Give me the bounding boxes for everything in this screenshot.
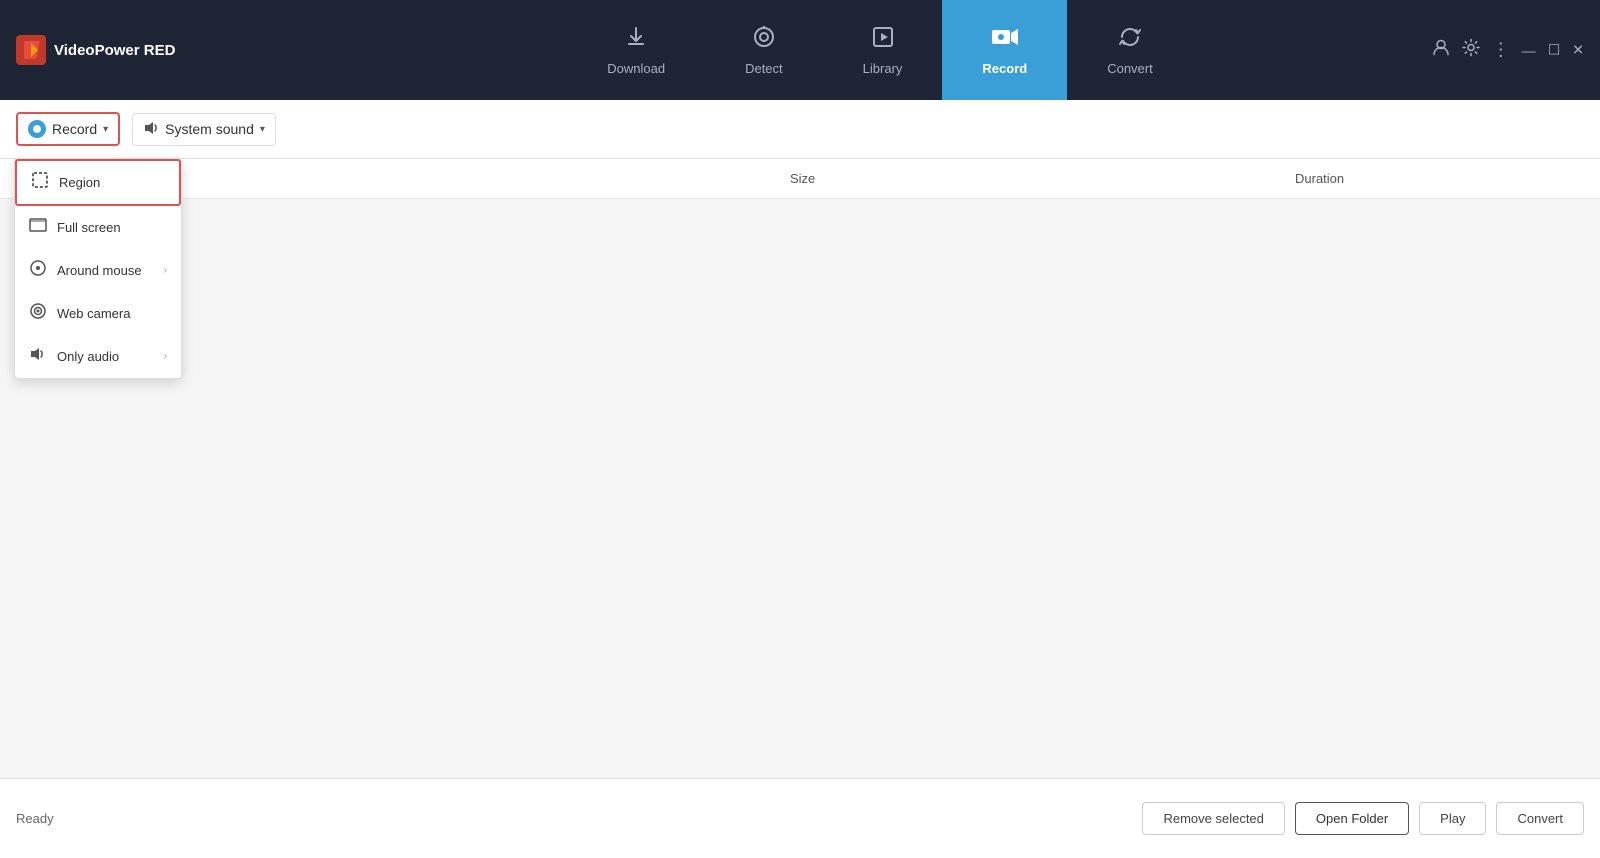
record-icon: [991, 25, 1019, 55]
fullscreen-icon: [29, 216, 47, 239]
titlebar-controls: ⋮ — ☐ ✕: [1432, 39, 1584, 62]
tab-record[interactable]: Record: [942, 0, 1067, 100]
tab-detect-label: Detect: [745, 61, 783, 76]
record-circle-icon: [28, 120, 46, 138]
tab-library[interactable]: Library: [823, 0, 943, 100]
tab-convert-label: Convert: [1107, 61, 1153, 76]
play-button[interactable]: Play: [1419, 802, 1486, 835]
region-icon: [31, 171, 49, 194]
region-label: Region: [59, 175, 100, 190]
detect-icon: [752, 25, 776, 55]
fullscreen-label: Full screen: [57, 220, 121, 235]
sound-chevron-icon: ▾: [260, 124, 265, 135]
tab-record-label: Record: [982, 61, 1027, 76]
record-dropdown-menu: Region Full screen Around mouse ›: [14, 158, 182, 379]
tab-convert[interactable]: Convert: [1067, 0, 1193, 100]
library-icon: [871, 25, 895, 55]
download-icon: [624, 25, 648, 55]
status-text: Ready: [16, 811, 54, 826]
titlebar: VideoPower RED Download Detect: [0, 0, 1600, 100]
dropdown-item-region[interactable]: Region: [15, 159, 181, 206]
settings-icon[interactable]: [1462, 39, 1480, 62]
app-logo: VideoPower RED: [16, 35, 176, 65]
table-header: Size Duration: [0, 159, 1600, 199]
dropdown-item-fullscreen[interactable]: Full screen: [15, 206, 181, 249]
bottom-actions: Remove selected Open Folder Play Convert: [1142, 802, 1584, 835]
tab-download[interactable]: Download: [567, 0, 705, 100]
main-content: [0, 199, 1600, 802]
sound-label: System sound: [165, 121, 254, 137]
account-icon[interactable]: [1432, 39, 1450, 62]
record-chevron-icon: ▾: [103, 124, 108, 135]
around-mouse-arrow-icon: ›: [164, 265, 167, 276]
around-mouse-label: Around mouse: [57, 263, 142, 278]
convert-button[interactable]: Convert: [1496, 802, 1584, 835]
bottom-bar: Ready Remove selected Open Folder Play C…: [0, 778, 1600, 858]
dropdown-item-web-camera[interactable]: Web camera: [15, 292, 181, 335]
only-audio-arrow-icon: ›: [164, 351, 167, 362]
col-duration-header: Duration: [1295, 171, 1344, 186]
open-folder-button[interactable]: Open Folder: [1295, 802, 1409, 835]
convert-icon: [1118, 25, 1142, 55]
more-icon[interactable]: ⋮: [1492, 40, 1510, 61]
dropdown-item-around-mouse[interactable]: Around mouse ›: [15, 249, 181, 292]
close-button[interactable]: ✕: [1572, 42, 1584, 59]
maximize-button[interactable]: ☐: [1548, 42, 1561, 59]
record-dropdown-button[interactable]: Record ▾: [16, 112, 120, 146]
col-size-header: Size: [790, 171, 815, 186]
around-mouse-icon: [29, 259, 47, 282]
tab-download-label: Download: [607, 61, 665, 76]
web-camera-icon: [29, 302, 47, 325]
sound-dropdown-button[interactable]: System sound ▾: [132, 113, 276, 146]
toolbar: Record ▾ System sound ▾ Region: [0, 100, 1600, 159]
dropdown-item-only-audio[interactable]: Only audio ›: [15, 335, 181, 378]
tab-detect[interactable]: Detect: [705, 0, 823, 100]
app-title: VideoPower RED: [54, 42, 175, 59]
app-logo-icon: [16, 35, 46, 65]
nav-tabs: Download Detect Library: [176, 0, 1584, 100]
only-audio-label: Only audio: [57, 349, 119, 364]
remove-selected-button[interactable]: Remove selected: [1142, 802, 1284, 835]
web-camera-label: Web camera: [57, 306, 130, 321]
record-button-label: Record: [52, 121, 97, 137]
record-inner-icon: [33, 125, 41, 133]
sound-icon: [143, 120, 159, 139]
only-audio-icon: [29, 345, 47, 368]
tab-library-label: Library: [863, 61, 903, 76]
minimize-button[interactable]: —: [1522, 42, 1536, 58]
